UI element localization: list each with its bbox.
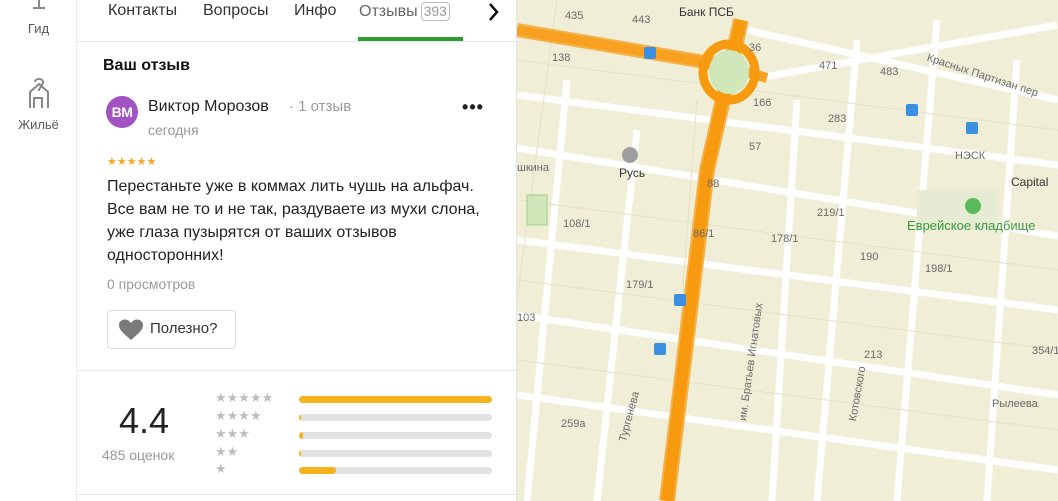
tab-questions[interactable]: Вопросы [203,2,269,20]
active-tab-indicator [358,37,463,41]
avatar[interactable]: ВМ [106,96,138,128]
review-views: 0 просмотров [107,276,196,292]
rating-bar-track [299,432,492,439]
guide-icon [0,0,77,17]
map-label: Банк ПСБ [679,5,734,19]
map-label: 354/1 [1032,345,1058,357]
map-label: 86/1 [693,228,715,240]
rating-distribution-row: ★★★ [215,426,495,442]
rail-item-guide[interactable]: Гид [0,0,77,36]
average-rating: 4.4 [119,400,170,441]
map-label: 108/1 [563,218,591,230]
map-label: 88 [707,178,720,190]
rating-bar-fill [299,432,303,439]
your-review-title: Ваш отзыв [103,57,190,74]
rating-bar-track [299,414,492,421]
map-label: 138 [552,52,571,64]
rating-row-stars: ★★★★ [215,408,262,423]
map-label: 443 [632,14,651,26]
map-label: 36 [749,42,762,54]
rating-bar-fill [299,467,336,474]
review-text: Перестаньте уже в коммах лить чушь на ал… [107,178,480,264]
review-date: сегодня [148,122,199,138]
map-label: 471 [819,60,838,72]
left-rail: Гид Жильё [0,0,77,501]
rail-item-label: Жильё [18,117,59,132]
rating-distribution-row: ★★★★ [215,408,495,424]
map-label: Рылеева [992,398,1038,410]
rating-count: 485 оценок [102,447,175,463]
rating-bar-track [299,450,492,457]
chevron-right-icon[interactable] [481,0,505,24]
rating-row-stars: ★★ [215,444,239,459]
author-review-count: · 1 отзыв [289,98,352,115]
useful-button-label: Полезно? [150,320,218,337]
map-label: 179/1 [626,279,654,291]
rating-bar-fill [299,414,301,421]
tab-reviews-label: Отзывы [359,3,418,20]
tab-contacts[interactable]: Контакты [108,2,177,20]
more-options-button[interactable]: ••• [461,98,485,120]
tab-info[interactable]: Инфо [294,2,336,20]
map-label: 483 [880,66,899,78]
rating-bar-fill [299,396,492,403]
tab-reviews[interactable]: Отзывы 393 [359,2,450,21]
map-label: шкина [517,162,549,174]
divider [77,494,516,495]
review-stars: ★★★★★ [107,156,157,168]
useful-button[interactable]: Полезно? [107,310,236,349]
map-label: 103 [517,312,536,324]
rating-row-stars: ★★★ [215,426,250,441]
map-label: 219/1 [817,207,845,219]
rating-distribution-row: ★★ [215,444,495,460]
rating-bar-fill [299,450,301,457]
map-label: 283 [828,113,847,125]
housing-icon [0,78,77,113]
map-label: Еврейское кладбище [907,218,1036,233]
rating-distribution-row: ★★★★★ [215,390,495,406]
map-label: 190 [860,251,879,263]
tab-bar: Контакты Вопросы Инфо Отзывы 393 [77,0,516,42]
map-label: 259а [561,418,586,430]
map-label: 198/1 [925,263,953,275]
map-label: 435 [565,10,584,22]
map[interactable]: Банк ПСБ Красных Партизан пер Русь НЭСК Capi… [517,0,1058,501]
reviews-count-badge: 393 [420,2,450,21]
rating-bar-track [299,396,492,403]
divider [77,370,516,371]
review-author[interactable]: Виктор Морозов [148,98,269,116]
rating-bar-track [299,467,492,474]
rail-item-label: Гид [27,21,50,36]
rating-row-stars: ★ [215,461,227,476]
map-label: Русь [619,166,646,180]
place-panel: Контакты Вопросы Инфо Отзывы 393 Ваш отзы… [77,0,517,501]
map-label: Capital [1011,175,1049,189]
map-label: НЭСК [955,150,986,162]
heart-icon [118,319,144,345]
map-label: 213 [864,349,883,361]
rating-distribution-row: ★ [215,461,495,477]
map-label: 57 [749,141,762,153]
rating-row-stars: ★★★★★ [215,390,274,405]
rail-item-housing[interactable]: Жильё [0,78,77,132]
map-label: 178/1 [771,233,799,245]
map-label: 166 [753,97,772,109]
